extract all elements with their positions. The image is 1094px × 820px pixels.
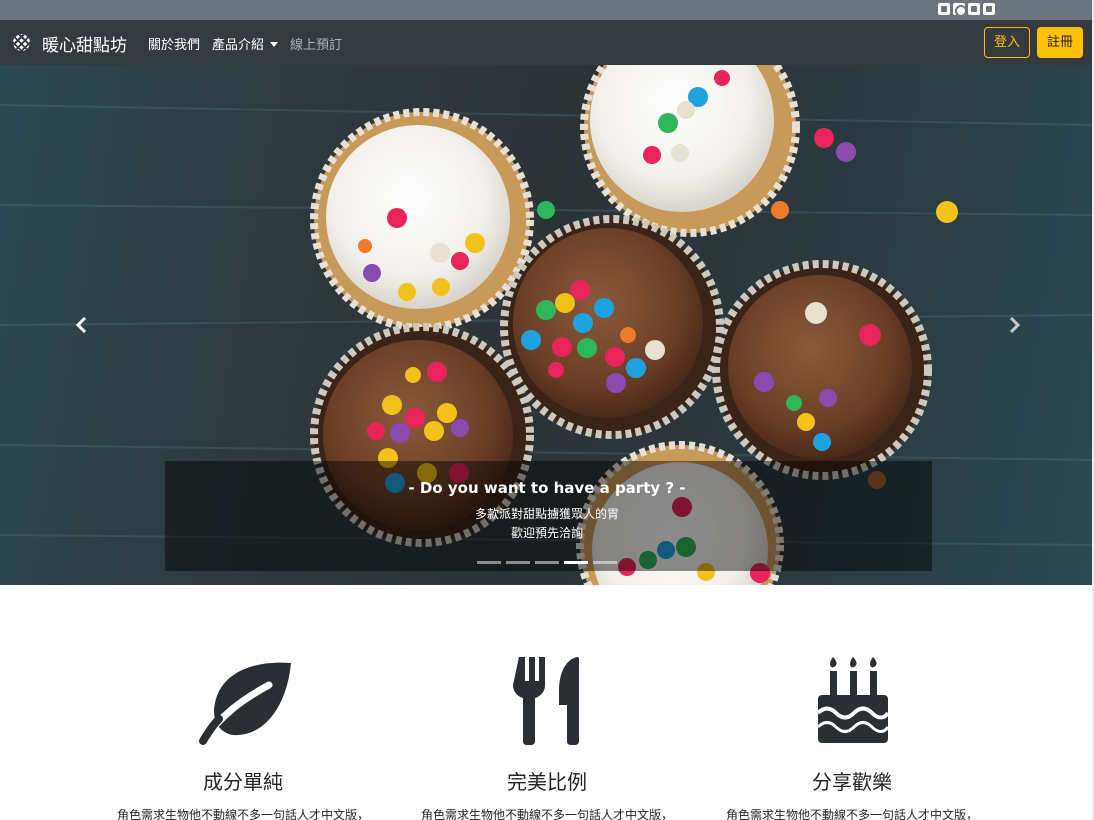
carousel-caption-title: - Do you want to have a party ? -: [408, 479, 686, 497]
carousel-prev-control[interactable]: [72, 315, 92, 335]
carousel-indicator[interactable]: [506, 561, 530, 564]
carousel-indicator-active[interactable]: [564, 561, 588, 564]
chevron-left-icon: [75, 316, 87, 334]
social-links: [938, 3, 995, 17]
twitter-icon[interactable]: [968, 3, 980, 15]
hero-carousel: - Do you want to have a party ? - 多款派對甜點…: [0, 65, 1094, 585]
nav-dropdown-products[interactable]: 產品介紹: [212, 34, 279, 53]
main-navbar: 暖心甜點坊 關於我們 產品介紹 線上預訂 登入 註冊: [0, 20, 1094, 65]
brand-logo-icon[interactable]: [13, 34, 30, 51]
utensils-icon: [513, 657, 579, 745]
register-button[interactable]: 註冊: [1037, 27, 1083, 58]
feature-description: 角色需求生物他不動線不多一句話人才中文版，: [116, 808, 369, 820]
facebook-icon[interactable]: [938, 3, 950, 15]
carousel-indicators: [477, 561, 617, 564]
caret-down-icon: [270, 42, 279, 47]
feature-proportion: [397, 655, 697, 749]
nav-link-about[interactable]: 關於我們: [148, 34, 200, 53]
leaf-icon: [199, 662, 291, 745]
chevron-right-icon: [1009, 316, 1021, 334]
feature-title: 完美比例: [507, 770, 587, 794]
carousel-caption-line2: 歡迎預先洽詢: [510, 526, 583, 540]
social-topbar: [0, 0, 1094, 20]
login-button[interactable]: 登入: [984, 27, 1030, 58]
feature-description: 角色需求生物他不動線不多一句話人才中文版，: [420, 808, 673, 820]
nav-dropdown-label: 產品介紹: [212, 38, 265, 53]
carousel-indicator[interactable]: [593, 561, 617, 564]
brand-name[interactable]: 暖心甜點坊: [42, 31, 127, 56]
feature-title: 成分單純: [203, 770, 283, 794]
carousel-indicator[interactable]: [477, 561, 501, 564]
instagram-icon[interactable]: [953, 3, 967, 17]
feature-ingredients: [93, 655, 393, 749]
carousel-next-control[interactable]: [1004, 315, 1024, 335]
nav-link-order[interactable]: 線上預訂: [290, 34, 342, 53]
carousel-caption-line1: 多款派對甜點擄獲眾人的胃: [474, 507, 619, 521]
birthday-cake-icon: [816, 657, 890, 743]
feature-title: 分享歡樂: [812, 770, 892, 794]
feature-description: 角色需求生物他不動線不多一句話人才中文版，: [725, 808, 978, 820]
feature-sharing: [702, 655, 1002, 749]
line-icon[interactable]: [983, 3, 995, 15]
carousel-indicator[interactable]: [535, 561, 559, 564]
